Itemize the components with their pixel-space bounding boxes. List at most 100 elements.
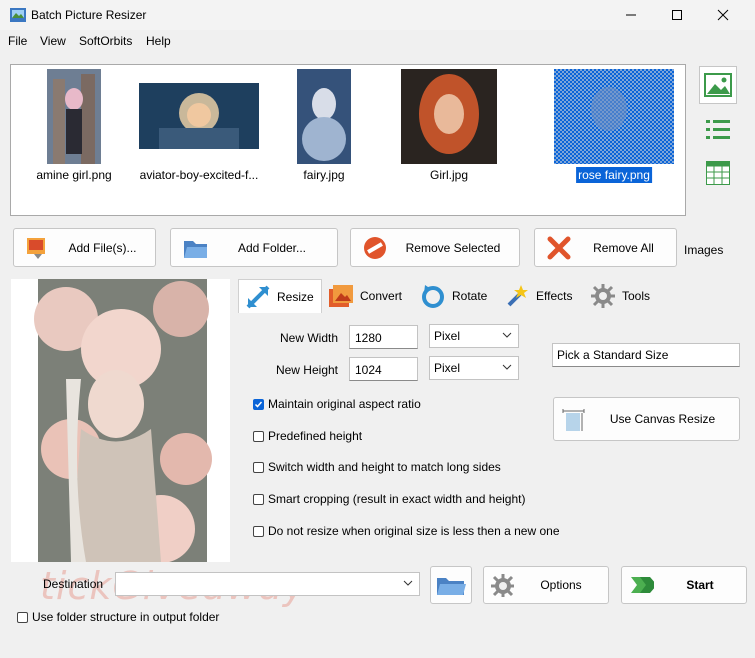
tab-label: Tools [622, 289, 651, 303]
tab-label: Convert [360, 289, 403, 303]
thumbnail-caption: aviator-boy-excited-f... [139, 168, 259, 182]
checkbox-label: Do not resize when original size is less… [268, 524, 560, 538]
grid-view-button[interactable] [699, 154, 737, 192]
remove-selected-button[interactable]: Remove Selected [350, 228, 520, 267]
effects-icon [507, 285, 528, 307]
tools-icon [591, 284, 615, 308]
thumbnail-image [297, 69, 351, 164]
image-list[interactable]: amine girl.png aviator-boy-excited-f... … [10, 64, 686, 216]
remove-all-icon [547, 236, 571, 259]
browse-folder-button[interactable] [430, 566, 472, 604]
options-button[interactable]: Options [483, 566, 609, 604]
thumbnail-caption: fairy.jpg [303, 168, 345, 182]
tab-rotate[interactable]: Rotate [414, 279, 496, 313]
minimize-icon [626, 14, 636, 16]
add-folder-label: Add Folder... [237, 240, 307, 255]
folder-icon [437, 578, 466, 595]
thumbnail-caption-selected: rose fairy.png [576, 167, 652, 183]
preview-image [34, 279, 212, 562]
resize-icon [246, 285, 270, 308]
height-unit-select[interactable]: Pixel [429, 356, 519, 380]
width-unit-select[interactable]: Pixel [429, 324, 519, 348]
tab-label: Resize [277, 289, 314, 304]
destination-combo[interactable] [115, 572, 420, 596]
remove-selected-label: Remove Selected [405, 240, 501, 255]
checkbox[interactable] [253, 525, 264, 537]
add-folder-button[interactable]: Add Folder... [170, 228, 338, 267]
checkbox-label: Smart cropping (result in exact width an… [268, 492, 526, 506]
remove-selected-icon [364, 236, 386, 259]
app-icon [10, 8, 26, 22]
checkbox-label: Use folder structure in output folder [32, 610, 220, 624]
tab-label: Effects [536, 289, 573, 303]
folder-icon [184, 240, 207, 258]
close-button[interactable] [700, 0, 746, 30]
new-height-input[interactable]: 1024 [349, 357, 418, 381]
checkbox[interactable] [253, 461, 264, 473]
menu-view[interactable]: View [40, 34, 66, 48]
width-unit-value: Pixel [434, 329, 461, 343]
remove-all-label: Remove All [593, 240, 654, 255]
minimize-button[interactable] [608, 0, 654, 30]
tab-resize[interactable]: Resize [238, 279, 322, 313]
options-label: Options [540, 578, 582, 592]
tab-tools[interactable]: Tools [584, 279, 660, 313]
canvas-resize-button[interactable]: Use Canvas Resize [553, 397, 740, 441]
tab-convert[interactable]: Convert [322, 279, 412, 313]
predefined-height-checkbox[interactable]: Predefined height [253, 429, 362, 443]
list-view-button[interactable] [699, 110, 737, 148]
new-width-label: New Width [279, 331, 338, 345]
remove-all-button[interactable]: Remove All [534, 228, 677, 267]
add-files-button[interactable]: Add File(s)... [13, 228, 156, 267]
maximize-icon [672, 10, 682, 20]
checkbox-label: Switch width and height to match long si… [268, 460, 501, 474]
maximize-button[interactable] [654, 0, 700, 30]
thumbnail-caption: amine girl.png [36, 168, 112, 182]
checkbox[interactable] [253, 430, 264, 442]
thumbnail-caption: Girl.jpg [429, 168, 469, 182]
height-unit-value: Pixel [434, 361, 461, 375]
start-label: Start [686, 578, 714, 592]
standard-size-select[interactable]: Pick a Standard Size [552, 343, 740, 367]
menu-help[interactable]: Help [146, 34, 171, 48]
image-view-button[interactable] [699, 66, 737, 104]
images-label: Images [684, 243, 724, 257]
thumbnail-image [47, 69, 101, 164]
tab-label: Rotate [452, 289, 488, 303]
window-title: Batch Picture Resizer [31, 8, 147, 22]
gear-icon [491, 574, 514, 597]
maintain-aspect-checkbox[interactable]: Maintain original aspect ratio [253, 397, 421, 411]
standard-size-value: Pick a Standard Size [557, 348, 669, 362]
canvas-resize-icon [562, 409, 585, 431]
checkbox[interactable] [17, 611, 28, 623]
chevron-down-icon [502, 364, 512, 370]
thumbnail-image [401, 69, 497, 164]
smart-cropping-checkbox[interactable]: Smart cropping (result in exact width an… [253, 492, 525, 506]
tab-effects[interactable]: Effects [498, 279, 582, 313]
add-file-icon [27, 237, 45, 259]
start-arrow-icon [631, 577, 654, 593]
menu-softorbits[interactable]: SoftOrbits [79, 34, 132, 48]
image-preview [11, 279, 230, 562]
checkbox-label: Maintain original aspect ratio [268, 397, 421, 411]
switch-sides-checkbox[interactable]: Switch width and height to match long si… [253, 460, 501, 474]
chevron-down-icon [403, 580, 413, 586]
folder-structure-checkbox[interactable]: Use folder structure in output folder [17, 610, 219, 624]
new-width-input[interactable]: 1280 [349, 325, 418, 349]
checkbox-checked[interactable] [253, 398, 264, 410]
chevron-down-icon [502, 332, 512, 338]
thumbnail-image [139, 83, 259, 149]
list-view-icon [706, 120, 730, 139]
close-icon [717, 9, 729, 21]
image-view-icon [704, 73, 732, 97]
checkbox-label: Predefined height [268, 429, 363, 443]
no-upscale-checkbox[interactable]: Do not resize when original size is less… [253, 524, 560, 538]
destination-label: Destination [43, 577, 104, 591]
start-button[interactable]: Start [621, 566, 747, 604]
add-files-label: Add File(s)... [68, 240, 137, 255]
thumbnail-image [554, 69, 674, 164]
new-height-label: New Height [275, 363, 338, 377]
rotate-icon [422, 285, 444, 308]
checkbox[interactable] [253, 493, 264, 505]
menu-file[interactable]: File [8, 34, 27, 48]
